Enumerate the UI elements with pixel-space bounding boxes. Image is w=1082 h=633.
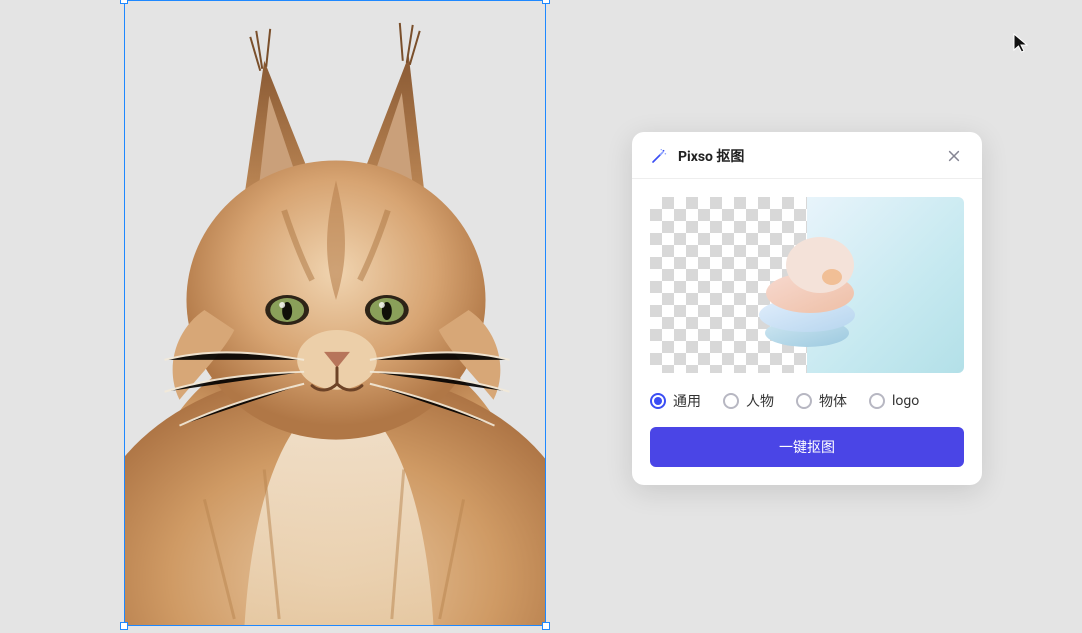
mode-options: 通用 人物 物体 logo xyxy=(632,373,982,425)
mode-option-general[interactable]: 通用 xyxy=(650,391,701,411)
radio-label: 人物 xyxy=(746,391,774,411)
radio-label: 物体 xyxy=(819,391,847,411)
cutout-panel: Pixso 抠图 xyxy=(632,132,982,485)
radio-icon xyxy=(796,393,812,409)
radio-icon xyxy=(723,393,739,409)
panel-title: Pixso 抠图 xyxy=(678,146,744,166)
close-icon xyxy=(947,149,961,163)
cat-image-placeholder xyxy=(125,1,545,625)
sample-object-icon xyxy=(742,215,872,355)
radio-icon xyxy=(869,393,885,409)
radio-label: 通用 xyxy=(673,391,701,411)
resize-handle-top-right[interactable] xyxy=(542,0,550,4)
radio-label: logo xyxy=(892,393,919,409)
resize-handle-bottom-left[interactable] xyxy=(120,622,128,630)
mode-option-object[interactable]: 物体 xyxy=(796,391,847,411)
panel-header: Pixso 抠图 xyxy=(632,132,982,179)
selected-frame[interactable] xyxy=(124,0,546,626)
close-button[interactable] xyxy=(944,146,964,166)
resize-handle-top-left[interactable] xyxy=(120,0,128,4)
mode-option-logo[interactable]: logo xyxy=(869,393,919,409)
cursor-icon xyxy=(1012,32,1030,54)
cutout-button[interactable]: 一键抠图 xyxy=(650,427,964,467)
radio-icon xyxy=(650,393,666,409)
magic-wand-icon xyxy=(650,147,668,165)
resize-handle-bottom-right[interactable] xyxy=(542,622,550,630)
mode-option-person[interactable]: 人物 xyxy=(723,391,774,411)
preview-thumbnail xyxy=(650,197,964,373)
